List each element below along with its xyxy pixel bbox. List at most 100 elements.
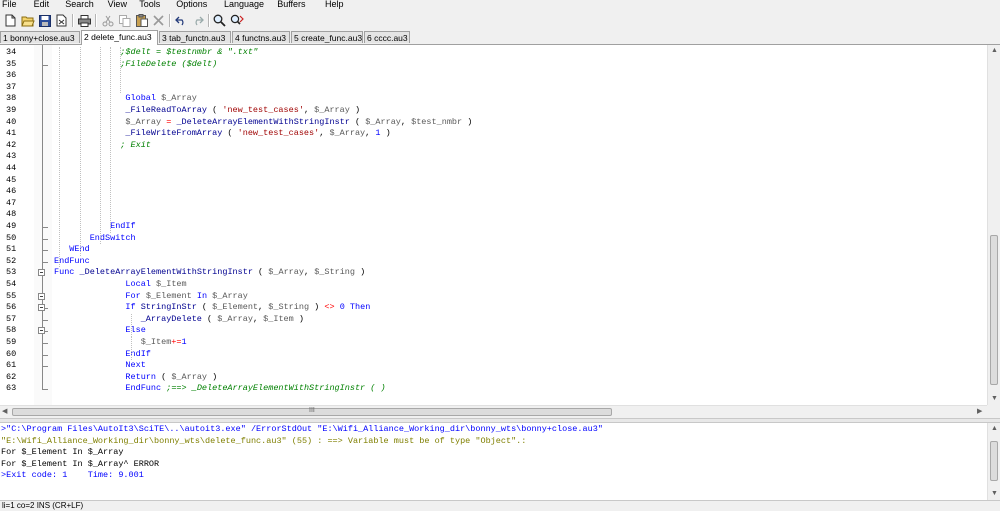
code-line[interactable]: Global $_Array bbox=[125, 93, 196, 105]
close-file-icon[interactable] bbox=[54, 13, 69, 28]
code-line[interactable]: _FileWriteFromArray ( 'new_test_cases', … bbox=[125, 128, 390, 140]
scroll-thumb[interactable] bbox=[990, 235, 998, 385]
output-line[interactable]: >Exit code: 1 Time: 9.001 bbox=[1, 470, 144, 482]
code-token: _ArrayDelete bbox=[140, 313, 202, 324]
code-line[interactable]: Else bbox=[125, 325, 145, 337]
tab-5[interactable]: 5 create_func.au3 bbox=[291, 31, 363, 43]
code-token: _DeleteArrayElementWithStringInstr bbox=[176, 116, 350, 127]
code-token: $_Array bbox=[329, 128, 366, 139]
menu-search[interactable]: Search bbox=[65, 0, 94, 10]
code-line[interactable]: EndSwitch bbox=[90, 233, 136, 245]
editor-horizontal-scrollbar[interactable]: ◀ III ▶ bbox=[0, 405, 987, 418]
menu-tools[interactable]: Tools bbox=[139, 0, 160, 10]
tab-4[interactable]: 4 functns.au3 bbox=[232, 31, 290, 43]
fold-line bbox=[42, 354, 48, 356]
line-number: 56 bbox=[6, 302, 17, 313]
fold-toggle-icon[interactable] bbox=[38, 304, 45, 312]
output-vertical-scrollbar[interactable]: ▲ ▼ bbox=[987, 423, 1000, 500]
code-token: ; Exit bbox=[120, 139, 151, 150]
code-token: Global bbox=[125, 93, 156, 104]
output-line[interactable]: For $_Element In $_Array bbox=[1, 447, 123, 459]
menu-file[interactable]: File bbox=[2, 0, 17, 10]
fold-line bbox=[42, 343, 48, 344]
code-token: ( bbox=[156, 371, 172, 382]
output-line[interactable]: For $_Element In $_Array^ ERROR bbox=[1, 459, 159, 471]
line-number: 44 bbox=[6, 163, 17, 173]
code-token: StringInStr bbox=[140, 302, 197, 313]
scroll-down-arrow-icon[interactable]: ▼ bbox=[991, 489, 998, 498]
code-line[interactable]: EndIf bbox=[125, 349, 151, 361]
print-icon[interactable] bbox=[77, 13, 92, 28]
code-token: Then bbox=[349, 302, 371, 313]
paste-icon[interactable] bbox=[134, 13, 149, 28]
code-token: EndSwitch bbox=[89, 232, 136, 243]
open-folder-icon[interactable] bbox=[20, 13, 35, 28]
line-number: 62 bbox=[6, 371, 17, 382]
line-number: 53 bbox=[6, 267, 17, 278]
redo-icon[interactable] bbox=[190, 13, 205, 28]
line-number: 59 bbox=[6, 337, 17, 347]
menu-edit[interactable]: Edit bbox=[34, 0, 50, 10]
scroll-right-arrow-icon[interactable]: ▶ bbox=[977, 407, 982, 416]
fold-toggle-icon[interactable] bbox=[38, 292, 45, 300]
replace-icon[interactable] bbox=[229, 13, 244, 28]
new-file-icon[interactable] bbox=[3, 13, 18, 28]
line-number: 63 bbox=[6, 383, 17, 394]
scroll-down-arrow-icon[interactable]: ▼ bbox=[991, 394, 998, 403]
menu-view[interactable]: View bbox=[108, 0, 127, 10]
tab-bar: 1 bonny+close.au3 2 delete_func.au3 3 tab_… bbox=[0, 30, 1000, 45]
code-line[interactable]: If StringInStr ( $_Element, $_String ) <… bbox=[125, 302, 370, 314]
code-line[interactable]: $_Array = _DeleteArrayElementWithStringI… bbox=[125, 117, 472, 129]
line-number: 42 bbox=[6, 139, 17, 150]
scroll-up-arrow-icon[interactable]: ▲ bbox=[991, 46, 998, 55]
output-pane[interactable]: >"C:\Program Files\AutoIt3\SciTE\..\auto… bbox=[0, 423, 987, 500]
find-icon[interactable] bbox=[212, 13, 227, 28]
line-number: 38 bbox=[6, 93, 17, 104]
tab-2[interactable]: 2 delete_func.au3 bbox=[81, 30, 158, 45]
output-line[interactable]: >"C:\Program Files\AutoIt3\SciTE\..\auto… bbox=[1, 424, 603, 436]
menu-help[interactable]: Help bbox=[325, 0, 344, 10]
tab-1[interactable]: 1 bonny+close.au3 bbox=[0, 31, 80, 43]
code-token: <> bbox=[324, 302, 335, 313]
editor-vertical-scrollbar[interactable]: ▲ ▼ bbox=[987, 45, 1000, 405]
code-line[interactable]: $_Item+=1 bbox=[141, 337, 187, 349]
code-line[interactable]: EndIf bbox=[110, 221, 136, 233]
code-line[interactable]: Next bbox=[125, 360, 145, 372]
toolbar bbox=[0, 11, 1000, 30]
line-number: 35 bbox=[6, 58, 17, 69]
code-line[interactable]: EndFunc ;==> _DeleteArrayElementWithStri… bbox=[125, 383, 385, 395]
code-line[interactable]: _FileReadToArray ( 'new_test_cases', $_A… bbox=[125, 105, 360, 117]
fold-toggle-icon[interactable] bbox=[38, 327, 45, 335]
code-line[interactable]: ;$delt = $testnmbr & ".txt" bbox=[120, 47, 258, 59]
line-number-margin: 34 35 36 37 38 39 40 41 42 43 44 45 46 47 48 49 50 51 52 53… bbox=[0, 45, 34, 405]
output-line[interactable]: "E:\Wifi_Alliance_Working_dir\bonny_wts\… bbox=[1, 436, 526, 448]
code-token: ( bbox=[252, 267, 269, 278]
code-token: $_Array bbox=[365, 116, 401, 127]
save-icon[interactable] bbox=[37, 13, 52, 28]
code-editor[interactable]: 34 35 36 37 38 39 40 41 42 43 44 45 46 47 48 49 50 51 52 53… bbox=[0, 45, 987, 405]
code-line[interactable]: _ArrayDelete ( $_Array, $_Item ) bbox=[141, 314, 304, 326]
copy-icon[interactable] bbox=[117, 13, 132, 28]
scroll-thumb[interactable] bbox=[990, 441, 998, 481]
menu-language[interactable]: Language bbox=[224, 0, 264, 10]
menu-options[interactable]: Options bbox=[176, 0, 207, 10]
code-line[interactable]: ;FileDelete ($delt) bbox=[120, 59, 217, 71]
code-line[interactable]: Return ( $_Array ) bbox=[125, 372, 217, 384]
undo-icon[interactable] bbox=[173, 13, 188, 28]
scroll-up-arrow-icon[interactable]: ▲ bbox=[991, 424, 998, 433]
code-token: ( bbox=[201, 313, 218, 324]
code-line[interactable]: Func _DeleteArrayElementWithStringInstr … bbox=[54, 267, 365, 279]
code-token: ( bbox=[207, 105, 223, 115]
fold-margin[interactable] bbox=[34, 45, 52, 405]
code-line[interactable]: Local $_Item bbox=[125, 279, 186, 291]
scroll-left-arrow-icon[interactable]: ◀ bbox=[2, 407, 7, 416]
fold-toggle-icon[interactable] bbox=[38, 269, 45, 277]
code-token: , bbox=[319, 128, 330, 139]
menu-buffers[interactable]: Buffers bbox=[277, 0, 305, 10]
delete-icon[interactable] bbox=[151, 13, 166, 28]
cut-icon[interactable] bbox=[100, 13, 115, 28]
code-line[interactable]: ; Exit bbox=[120, 140, 151, 152]
tab-3[interactable]: 3 tab_functn.au3 bbox=[159, 31, 231, 43]
code-line[interactable]: For $_Element In $_Array bbox=[125, 291, 247, 303]
tab-6[interactable]: 6 cccc.au3 bbox=[364, 31, 410, 43]
